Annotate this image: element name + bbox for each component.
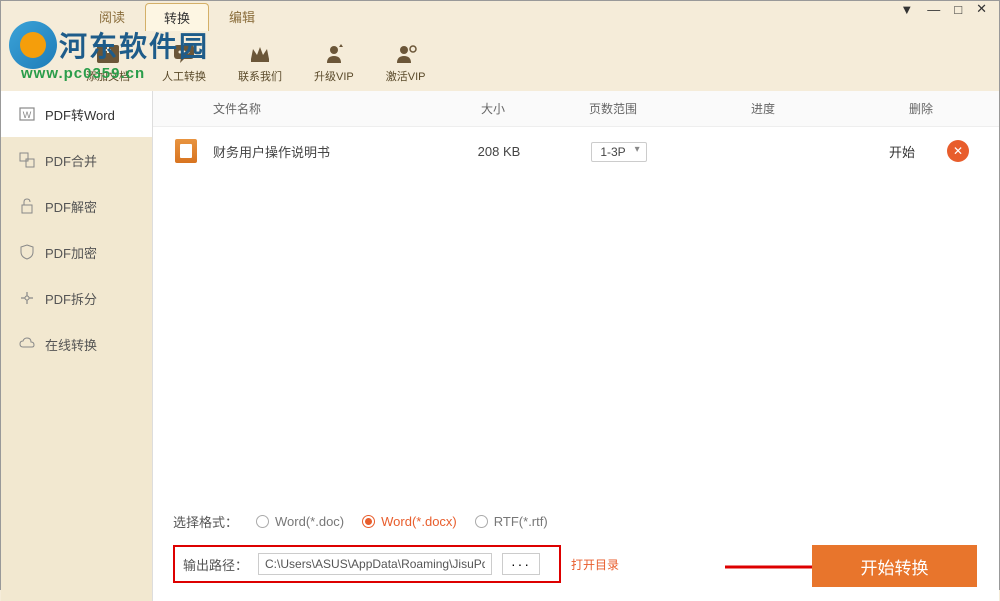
close-button[interactable]: ✕ xyxy=(976,1,987,17)
contact-label: 联系我们 xyxy=(238,68,282,84)
unlock-icon xyxy=(19,198,35,214)
sidebar-label: PDF转Word xyxy=(45,105,115,124)
browse-button[interactable]: ··· xyxy=(502,553,540,575)
add-document-icon xyxy=(94,42,122,66)
sidebar-label: PDF解密 xyxy=(45,197,97,216)
sidebar-label: 在线转换 xyxy=(45,335,97,354)
svg-text:W: W xyxy=(23,110,32,120)
radio-icon xyxy=(475,515,488,528)
page-range-select[interactable]: 1-3P xyxy=(591,142,646,162)
main-panel: 文件名称 大小 页数范围 进度 删除 财务用户操作说明书 208 KB 1-3P… xyxy=(153,91,999,601)
table-header: 文件名称 大小 页数范围 进度 删除 xyxy=(153,91,999,127)
toolbar: 添加文档 人工转换 联系我们 升级VIP 激活VIP xyxy=(1,35,999,91)
chat-icon xyxy=(170,42,198,66)
upgrade-vip-label: 升级VIP xyxy=(314,68,354,84)
vip-upgrade-icon xyxy=(320,42,348,66)
output-path-highlight: 输出路径： ··· xyxy=(173,545,561,583)
add-document-button[interactable]: 添加文档 xyxy=(86,42,130,84)
start-row-button[interactable]: 开始 xyxy=(889,142,915,161)
manual-convert-button[interactable]: 人工转换 xyxy=(162,42,206,84)
maximize-button[interactable]: □ xyxy=(954,2,962,17)
format-docx-radio[interactable]: Word(*.docx) xyxy=(362,514,457,529)
header-progress: 进度 xyxy=(683,100,843,117)
row-size: 208 KB xyxy=(449,144,549,159)
format-rtf-radio[interactable]: RTF(*.rtf) xyxy=(475,514,548,529)
cloud-icon xyxy=(19,336,35,352)
radio-label: Word(*.doc) xyxy=(275,514,344,529)
sidebar-item-online[interactable]: 在线转换 xyxy=(1,321,152,367)
output-path-label: 输出路径： xyxy=(183,555,248,574)
manual-convert-label: 人工转换 xyxy=(162,68,206,84)
table-row: 财务用户操作说明书 208 KB 1-3P 开始 ✕ xyxy=(153,127,999,175)
activate-vip-button[interactable]: 激活VIP xyxy=(386,42,426,84)
merge-icon xyxy=(19,152,35,168)
sidebar-label: PDF加密 xyxy=(45,243,97,262)
sidebar-item-decrypt[interactable]: PDF解密 xyxy=(1,183,152,229)
shield-icon xyxy=(19,244,35,260)
header-filename: 文件名称 xyxy=(153,100,443,117)
sidebar-label: PDF合并 xyxy=(45,151,97,170)
sidebar-item-pdf2word[interactable]: W PDF转Word xyxy=(1,91,152,137)
radio-label: RTF(*.rtf) xyxy=(494,514,548,529)
header-delete: 删除 xyxy=(843,100,999,117)
header-pagerange: 页数范围 xyxy=(543,100,683,117)
upgrade-vip-button[interactable]: 升级VIP xyxy=(314,42,354,84)
open-directory-link[interactable]: 打开目录 xyxy=(571,556,619,573)
tray-icon[interactable]: ▼ xyxy=(900,2,913,17)
contact-button[interactable]: 联系我们 xyxy=(238,42,282,84)
add-document-label: 添加文档 xyxy=(86,68,130,84)
radio-icon xyxy=(256,515,269,528)
main-tabs: 阅读 转换 编辑 xyxy=(1,3,999,31)
radio-icon xyxy=(362,515,375,528)
pdf-file-icon xyxy=(175,139,197,163)
start-convert-button[interactable]: 开始转换 xyxy=(812,545,977,587)
format-label: 选择格式： xyxy=(173,512,238,531)
output-path-input[interactable] xyxy=(258,553,492,575)
crown-icon xyxy=(246,42,274,66)
format-doc-radio[interactable]: Word(*.doc) xyxy=(256,514,344,529)
row-filename: 财务用户操作说明书 xyxy=(197,142,449,161)
tab-edit[interactable]: 编辑 xyxy=(211,3,273,31)
minimize-button[interactable]: — xyxy=(927,2,940,17)
sidebar-label: PDF拆分 xyxy=(45,289,97,308)
tab-convert[interactable]: 转换 xyxy=(145,3,209,31)
sidebar-item-merge[interactable]: PDF合并 xyxy=(1,137,152,183)
tab-read[interactable]: 阅读 xyxy=(81,3,143,31)
sidebar-item-split[interactable]: PDF拆分 xyxy=(1,275,152,321)
word-icon: W xyxy=(19,106,35,122)
sidebar-item-encrypt[interactable]: PDF加密 xyxy=(1,229,152,275)
delete-row-button[interactable]: ✕ xyxy=(947,140,969,162)
activate-vip-label: 激活VIP xyxy=(386,68,426,84)
vip-activate-icon xyxy=(392,42,420,66)
radio-label: Word(*.docx) xyxy=(381,514,457,529)
split-icon xyxy=(19,290,35,306)
sidebar: W PDF转Word PDF合并 PDF解密 PDF加密 PD xyxy=(1,91,153,601)
header-size: 大小 xyxy=(443,100,543,117)
